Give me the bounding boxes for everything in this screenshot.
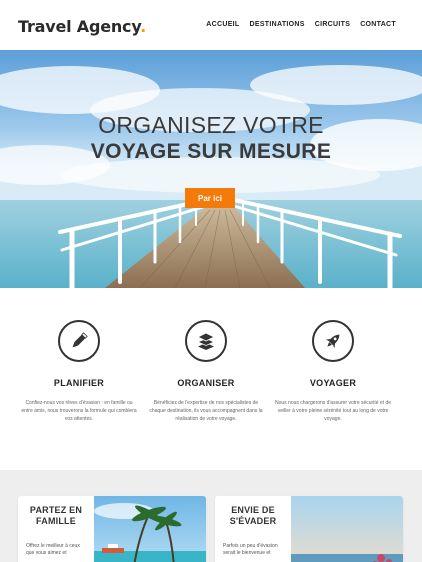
- card-description: Parfois un peu d'évasion serait le bienv…: [223, 543, 278, 556]
- beach-palm-image: [94, 496, 206, 562]
- logo[interactable]: Travel Agency.: [18, 17, 146, 36]
- card-title: ENVIE DE S'ÉVADER: [229, 505, 277, 526]
- rocket-icon: [312, 320, 354, 362]
- hero-title-line1: ORGANISEZ VOTRE: [98, 112, 324, 138]
- feature-title: ORGANISER: [177, 378, 235, 388]
- card-description: Offrez le meilleur à ceux que vous aimez…: [26, 543, 80, 556]
- cta-button[interactable]: Par ici: [185, 188, 235, 208]
- feature-text: Confiez-nous vos rêves d'évasion : en fa…: [21, 400, 137, 422]
- features-section: PLANIFIER Confiez-nous vos rêves d'évasi…: [0, 288, 422, 470]
- nav-link-circuits[interactable]: CIRCUITS: [315, 21, 350, 28]
- feature-title: VOYAGER: [309, 378, 357, 388]
- hero-title-line2: VOYAGE SUR MESURE: [90, 140, 332, 163]
- sea-horizon-image: [291, 496, 403, 562]
- feature-voyager: VOYAGER Nous nous chargerons d'assurer v…: [272, 320, 394, 423]
- card-family[interactable]: PARTEZ EN FAMILLE Offrez le meilleur à c…: [18, 496, 206, 562]
- main-nav: ACCUEIL DESTINATIONS CIRCUITS CONTACT: [206, 21, 396, 28]
- feature-title: PLANIFIER: [53, 378, 105, 388]
- nav-link-contact[interactable]: CONTACT: [360, 21, 396, 28]
- card-title: PARTEZ EN FAMILLE: [29, 505, 83, 526]
- feature-planifier: PLANIFIER Confiez-nous vos rêves d'évasi…: [18, 320, 140, 423]
- site-header: Travel Agency. ACCUEIL DESTINATIONS CIRC…: [0, 0, 422, 50]
- offers-section: PARTEZ EN FAMILLE Offrez le meilleur à c…: [0, 470, 422, 562]
- card-escape[interactable]: ENVIE DE S'ÉVADER Parfois un peu d'évasi…: [215, 496, 403, 562]
- hero-section: ORGANISEZ VOTRE VOYAGE SUR MESURE Par ic…: [0, 50, 422, 288]
- nav-link-accueil[interactable]: ACCUEIL: [206, 21, 239, 28]
- nav-link-destinations[interactable]: DESTINATIONS: [250, 21, 305, 28]
- card-text: PARTEZ EN FAMILLE Offrez le meilleur à c…: [18, 496, 94, 562]
- logo-text: Travel Agency: [18, 17, 141, 36]
- feature-text: Nous nous chargerons d'assurer votre séc…: [274, 400, 391, 422]
- logo-dot: .: [140, 17, 146, 36]
- layers-icon: [185, 320, 227, 362]
- hero-background-image: [0, 50, 422, 288]
- pencil-icon: [58, 320, 100, 362]
- card-text: ENVIE DE S'ÉVADER Parfois un peu d'évasi…: [215, 496, 291, 562]
- feature-text: Bénéficiez de l'expertise de nos spécial…: [149, 400, 263, 422]
- feature-organiser: ORGANISER Bénéficiez de l'expertise de n…: [145, 320, 267, 423]
